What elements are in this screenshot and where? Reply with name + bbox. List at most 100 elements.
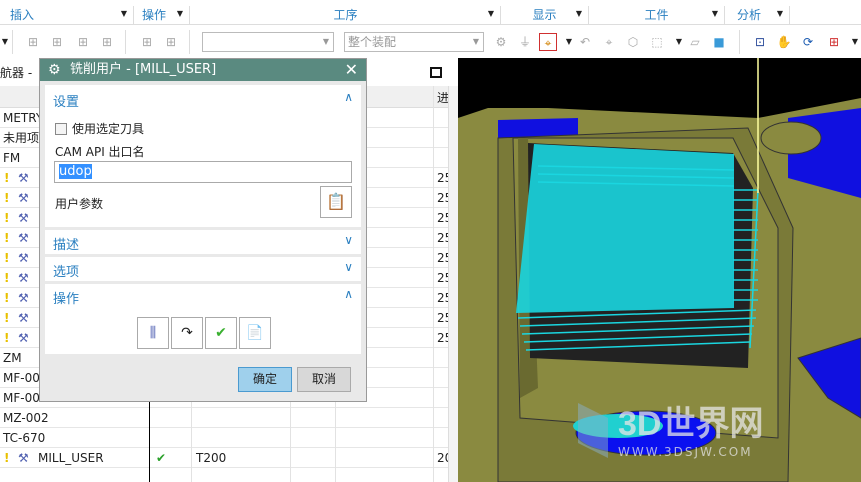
- chevron-down-icon[interactable]: ∨: [344, 260, 353, 274]
- navigator-title: 导航器 -: [0, 66, 33, 80]
- dropdown-icon[interactable]: ▼: [488, 9, 494, 18]
- operation-icon: ⚒: [18, 291, 29, 305]
- row-name: ZM: [3, 351, 22, 365]
- dropdown-icon[interactable]: ▼: [777, 9, 783, 18]
- table-row[interactable]: TC-670: [0, 428, 448, 448]
- tree-icon[interactable]: ⊞: [98, 33, 116, 51]
- box-select-icon[interactable]: ⬚: [648, 33, 666, 51]
- maximize-icon[interactable]: [430, 67, 442, 78]
- dropdown-icon[interactable]: ▼: [0, 33, 10, 51]
- dialog-titlebar[interactable]: ⚙ 铣削用户 - [MILL_USER] ✕: [40, 59, 366, 81]
- row-name: MILL_USER: [38, 451, 104, 465]
- warning-bulb-icon: !: [4, 211, 10, 225]
- options-section[interactable]: 选项 ∨: [45, 257, 361, 281]
- filter-combo[interactable]: ▼: [202, 32, 334, 52]
- tool-icon[interactable]: ⚙: [492, 33, 510, 51]
- list-icon[interactable]: 📄: [239, 317, 271, 349]
- operation-icon: ⚒: [18, 271, 29, 285]
- watermark-url: WWW.3DSJW.COM: [618, 445, 753, 459]
- generate-icon[interactable]: ⫼: [137, 317, 169, 349]
- row-tool: T200: [196, 451, 227, 465]
- operation-icon: ⚒: [18, 251, 29, 265]
- dropdown-icon[interactable]: ▼: [712, 9, 718, 18]
- row-name: METRY: [3, 111, 44, 125]
- warning-bulb-icon: !: [4, 271, 10, 285]
- table-row[interactable]: MZ-002: [0, 408, 448, 428]
- api-output-name-input[interactable]: udop: [54, 161, 352, 183]
- tree-icon[interactable]: ⊞: [48, 33, 66, 51]
- chevron-up-icon[interactable]: ∧: [344, 287, 353, 301]
- snap-icon[interactable]: ⌖: [600, 33, 618, 51]
- warning-bulb-icon: !: [4, 251, 10, 265]
- warning-bulb-icon: !: [4, 191, 10, 205]
- select-filter-icon[interactable]: ⌖: [539, 33, 557, 51]
- rotate-view-icon[interactable]: ⟳: [799, 33, 817, 51]
- operation-icon: ⚒: [18, 191, 29, 205]
- chevron-up-icon[interactable]: ∧: [344, 90, 353, 104]
- ribbon-group-analysis[interactable]: 分析 ▼: [725, 6, 790, 24]
- row-name: TC-670: [3, 431, 46, 445]
- operation-icon: ⚒: [18, 451, 29, 465]
- tree-icon[interactable]: ⊞: [24, 33, 42, 51]
- mill-user-dialog: ⚙ 铣削用户 - [MILL_USER] ✕ 设置 ∧ 使用选定刀具 CAM AP…: [39, 58, 367, 402]
- row-name: MZ-002: [3, 411, 49, 425]
- row-feed: 25: [437, 271, 448, 285]
- cube-icon[interactable]: ■: [710, 33, 728, 51]
- row-name: MF-00: [3, 391, 40, 405]
- operation-icon: ⚒: [18, 231, 29, 245]
- row-feed: 25: [437, 211, 448, 225]
- dropdown-icon[interactable]: ▼: [121, 9, 127, 18]
- tree-icon[interactable]: ⊞: [74, 33, 92, 51]
- ribbon-group-operation[interactable]: 操作 ▼: [135, 6, 190, 24]
- settings-section: 设置 ∧ 使用选定刀具 CAM API 出口名 udop 用户参数 📋: [45, 85, 361, 227]
- tree-icon[interactable]: ⊞: [162, 33, 180, 51]
- cancel-button[interactable]: 取消: [297, 367, 351, 392]
- settings-header[interactable]: 设置 ∧: [45, 85, 361, 116]
- warning-bulb-icon: !: [4, 291, 10, 305]
- user-params-label: 用户参数: [55, 197, 104, 211]
- dropdown-icon[interactable]: ▼: [576, 9, 582, 18]
- block-icon[interactable]: ▱: [686, 33, 704, 51]
- replay-icon[interactable]: ↷: [171, 317, 203, 349]
- row-name: 未用项: [3, 131, 40, 145]
- view-layout-icon[interactable]: ⊞: [825, 33, 843, 51]
- assembly-combo[interactable]: 整个装配 ▼: [344, 32, 484, 52]
- ribbon-group-process[interactable]: 工序 ▼: [191, 6, 501, 24]
- operation-icon: ⚒: [18, 211, 29, 225]
- warning-bulb-icon: !: [4, 311, 10, 325]
- close-icon[interactable]: ✕: [345, 59, 358, 81]
- use-selected-tool-checkbox[interactable]: 使用选定刀具: [55, 120, 144, 137]
- verify-icon[interactable]: ✔: [205, 317, 237, 349]
- chevron-down-icon[interactable]: ∨: [344, 233, 353, 247]
- scrollbar[interactable]: [448, 86, 458, 482]
- row-feed: 25: [437, 311, 448, 325]
- operation-icon: ⚒: [18, 171, 29, 185]
- dropdown-icon[interactable]: ▼: [846, 33, 861, 51]
- hexagon-icon[interactable]: ⬡: [624, 33, 642, 51]
- watermark-logo: 3D世界网: [618, 405, 764, 443]
- api-label: CAM API 出口名: [55, 145, 145, 159]
- row-feed: 25: [437, 331, 448, 345]
- user-params-button[interactable]: 📋: [320, 186, 352, 218]
- pan-icon[interactable]: ✋: [775, 33, 793, 51]
- ribbon-group-insert[interactable]: 插入 ▼: [0, 6, 134, 24]
- describe-section[interactable]: 描述 ∨: [45, 230, 361, 254]
- chevron-down-icon: ▼: [472, 37, 479, 46]
- warning-bulb-icon: !: [4, 331, 10, 345]
- tree-icon[interactable]: ⊞: [138, 33, 156, 51]
- zoom-fit-icon[interactable]: ⊡: [751, 33, 769, 51]
- chevron-down-icon: ▼: [322, 37, 329, 46]
- ok-button[interactable]: 确定: [238, 367, 292, 392]
- ribbon-group-display[interactable]: 显示 ▼: [501, 6, 589, 24]
- ribbon-group-workpiece[interactable]: 工件 ▼: [589, 6, 725, 24]
- dropdown-icon[interactable]: ▼: [177, 9, 183, 18]
- rotate-icon[interactable]: ↶: [576, 33, 594, 51]
- warning-bulb-icon: !: [4, 231, 10, 245]
- row-feed: 25: [437, 191, 448, 205]
- check-icon: ✔: [156, 451, 167, 465]
- table-row[interactable]: ! ⚒ MILL_USER ✔ T200 20: [0, 448, 448, 468]
- filter-icon[interactable]: ⏚: [516, 33, 534, 51]
- ribbon: 插入 ▼ 操作 ▼ 工序 ▼ 显示 ▼ 工件 ▼ 分析 ▼: [0, 0, 861, 25]
- row-name: MF-00: [3, 371, 40, 385]
- graphics-viewport[interactable]: 3D世界网 WWW.3DSJW.COM: [458, 58, 861, 482]
